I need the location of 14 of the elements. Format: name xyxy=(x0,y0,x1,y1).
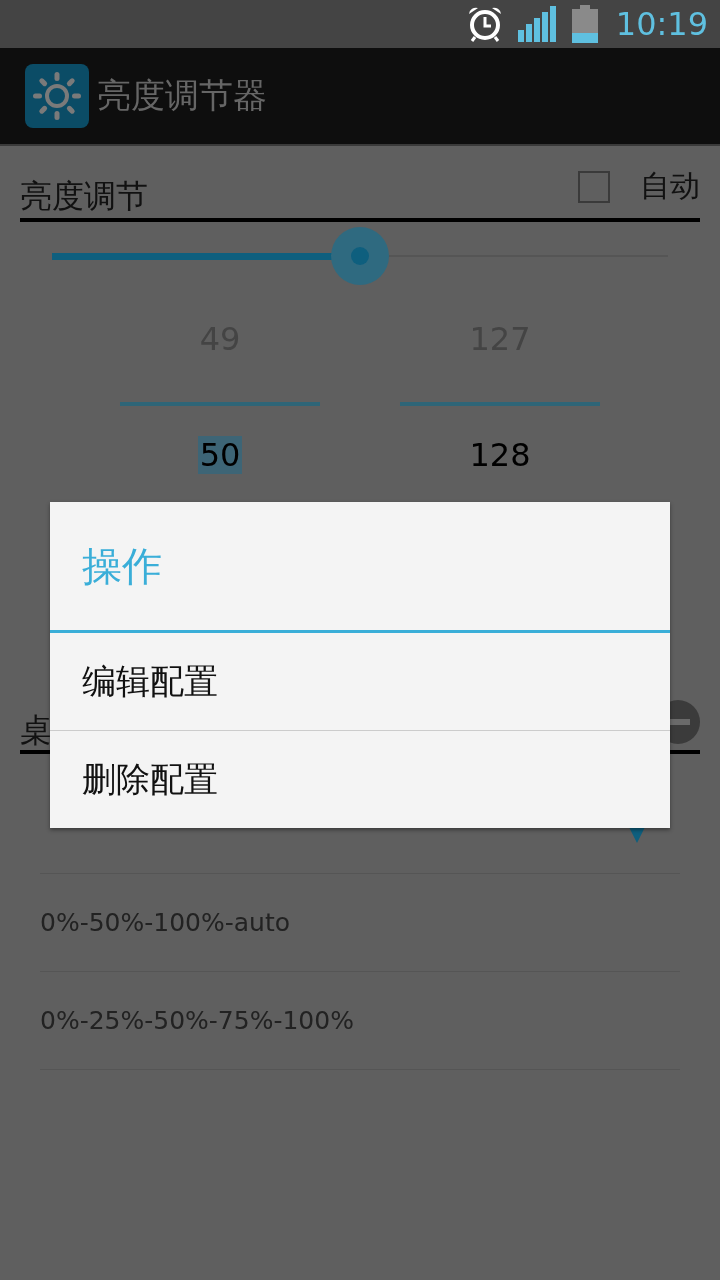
section-title: 桌 xyxy=(20,710,52,750)
dialog-title: 操作 xyxy=(50,502,670,633)
profile-label: 0%-50%-100%-auto xyxy=(40,908,291,937)
picker-current-value[interactable]: 50 xyxy=(197,436,243,474)
auto-label: 自动 xyxy=(640,167,700,205)
profile-label: 0%-25%-50%-75%-100% xyxy=(40,1006,354,1035)
app-title: 亮度调节器 xyxy=(97,74,267,117)
section-title: 亮度调节 xyxy=(20,176,148,216)
dialog-menu-item[interactable]: 编辑配置 xyxy=(50,633,670,730)
profile-row[interactable]: 0%-25%-50%-75%-100% xyxy=(40,972,680,1070)
clock-time: 10:19 xyxy=(615,5,708,43)
profile-row[interactable]: 0%-50%-100%-auto xyxy=(40,874,680,972)
picker-current-value[interactable]: 128 xyxy=(467,436,533,474)
dialog-menu-item[interactable]: 删除配置 xyxy=(50,730,670,828)
